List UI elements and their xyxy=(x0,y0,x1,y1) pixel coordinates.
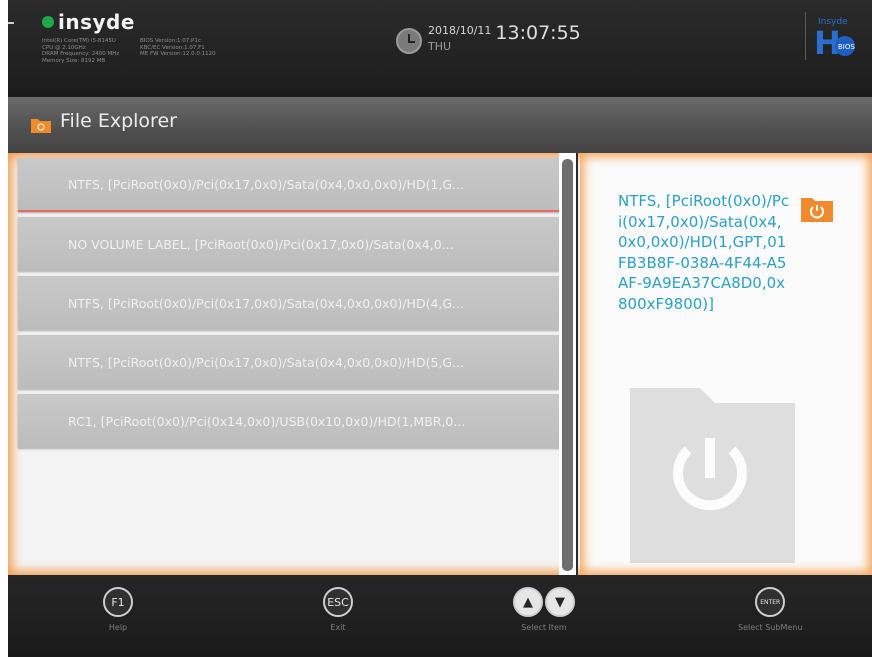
system-info: Intel(R) Core(TM) i5-8145U CPU @ 2.10GHz… xyxy=(42,38,120,64)
select-item-key[interactable]: ▲ ▼ Select Item xyxy=(513,587,575,632)
volume-list: NTFS, [PciRoot(0x0)/Pci(0x17,0x0)/Sata(0… xyxy=(18,158,564,453)
arrow-up-icon[interactable]: ▲ xyxy=(513,587,543,617)
list-item[interactable]: RC1, [PciRoot(0x0)/Pci(0x14,0x0)/USB(0x1… xyxy=(18,394,564,448)
help-key[interactable]: F1 Help xyxy=(103,587,133,632)
arrow-down-icon[interactable]: ▼ xyxy=(545,587,575,617)
firmware-info: BIOS Version:1.07.P1c KBC/EC Version:1.0… xyxy=(140,38,216,57)
folder-icon xyxy=(31,119,51,133)
list-item-label: NTFS, [PciRoot(0x0)/Pci(0x17,0x0)/Sata(0… xyxy=(68,176,464,192)
divider xyxy=(8,22,14,24)
list-item[interactable]: NO VOLUME LABEL, [PciRoot(0x0)/Pci(0x17,… xyxy=(18,217,564,271)
esc-key-icon[interactable]: ESC xyxy=(323,587,353,617)
folder-power-icon xyxy=(801,198,833,222)
list-item-label: NTFS, [PciRoot(0x0)/Pci(0x17,0x0)/Sata(0… xyxy=(68,295,464,311)
page-titlebar: File Explorer xyxy=(8,97,872,153)
select-submenu-label: Select SubMenu xyxy=(738,623,803,632)
help-label: Help xyxy=(108,623,128,632)
insyde-logo: insyde Intel(R) Core(TM) i5-8145U CPU @ … xyxy=(42,10,220,64)
select-submenu-key[interactable]: ENTER Select SubMenu xyxy=(738,587,802,632)
exit-key[interactable]: ESC Exit xyxy=(323,587,353,632)
enter-key-icon[interactable]: ENTER xyxy=(755,587,786,617)
detail-panel: NTFS, [PciRoot(0x0)/Pci(0x17,0x0)/Sata(0… xyxy=(580,153,872,575)
datetime: 2018/10/11 THU 13:07:55 xyxy=(396,22,581,54)
divider xyxy=(576,153,578,575)
header-bar: insyde Intel(R) Core(TM) i5-8145U CPU @ … xyxy=(8,0,872,97)
clock-icon xyxy=(396,28,422,54)
folder-power-watermark-icon xyxy=(630,388,795,563)
scrollbar-thumb[interactable] xyxy=(562,159,573,571)
date: 2018/10/11 xyxy=(428,24,492,37)
list-item-label: NTFS, [PciRoot(0x0)/Pci(0x17,0x0)/Sata(0… xyxy=(68,354,464,370)
list-item[interactable]: NTFS, [PciRoot(0x0)/Pci(0x17,0x0)/Sata(0… xyxy=(18,158,564,212)
brand-text: insyde xyxy=(58,10,135,34)
h2-bios-label: BIOS xyxy=(838,43,855,51)
time: 13:07:55 xyxy=(495,22,581,44)
divider xyxy=(805,12,806,60)
main-panel: NTFS, [PciRoot(0x0)/Pci(0x17,0x0)/Sata(0… xyxy=(8,153,872,575)
f1-key-icon[interactable]: F1 xyxy=(103,587,133,617)
list-item-label: NO VOLUME LABEL, [PciRoot(0x0)/Pci(0x17,… xyxy=(68,236,454,252)
page-title: File Explorer xyxy=(60,110,177,132)
list-item-label: RC1, [PciRoot(0x0)/Pci(0x14,0x0)/USB(0x1… xyxy=(68,413,466,429)
hotkey-bar: F1 Help ESC Exit ▲ ▼ Select Item ENTER S… xyxy=(8,575,872,657)
exit-label: Exit xyxy=(330,623,346,632)
detail-description: NTFS, [PciRoot(0x0)/Pci(0x17,0x0)/Sata(0… xyxy=(618,192,790,313)
list-item[interactable]: NTFS, [PciRoot(0x0)/Pci(0x17,0x0)/Sata(0… xyxy=(18,276,564,330)
logo-dot xyxy=(42,16,54,28)
weekday: THU xyxy=(428,40,452,53)
select-item-label: Select Item xyxy=(521,623,567,632)
insyde-h2o-logo-icon: Insyde H BIOS xyxy=(814,17,855,62)
list-item[interactable]: NTFS, [PciRoot(0x0)/Pci(0x17,0x0)/Sata(0… xyxy=(18,335,564,389)
